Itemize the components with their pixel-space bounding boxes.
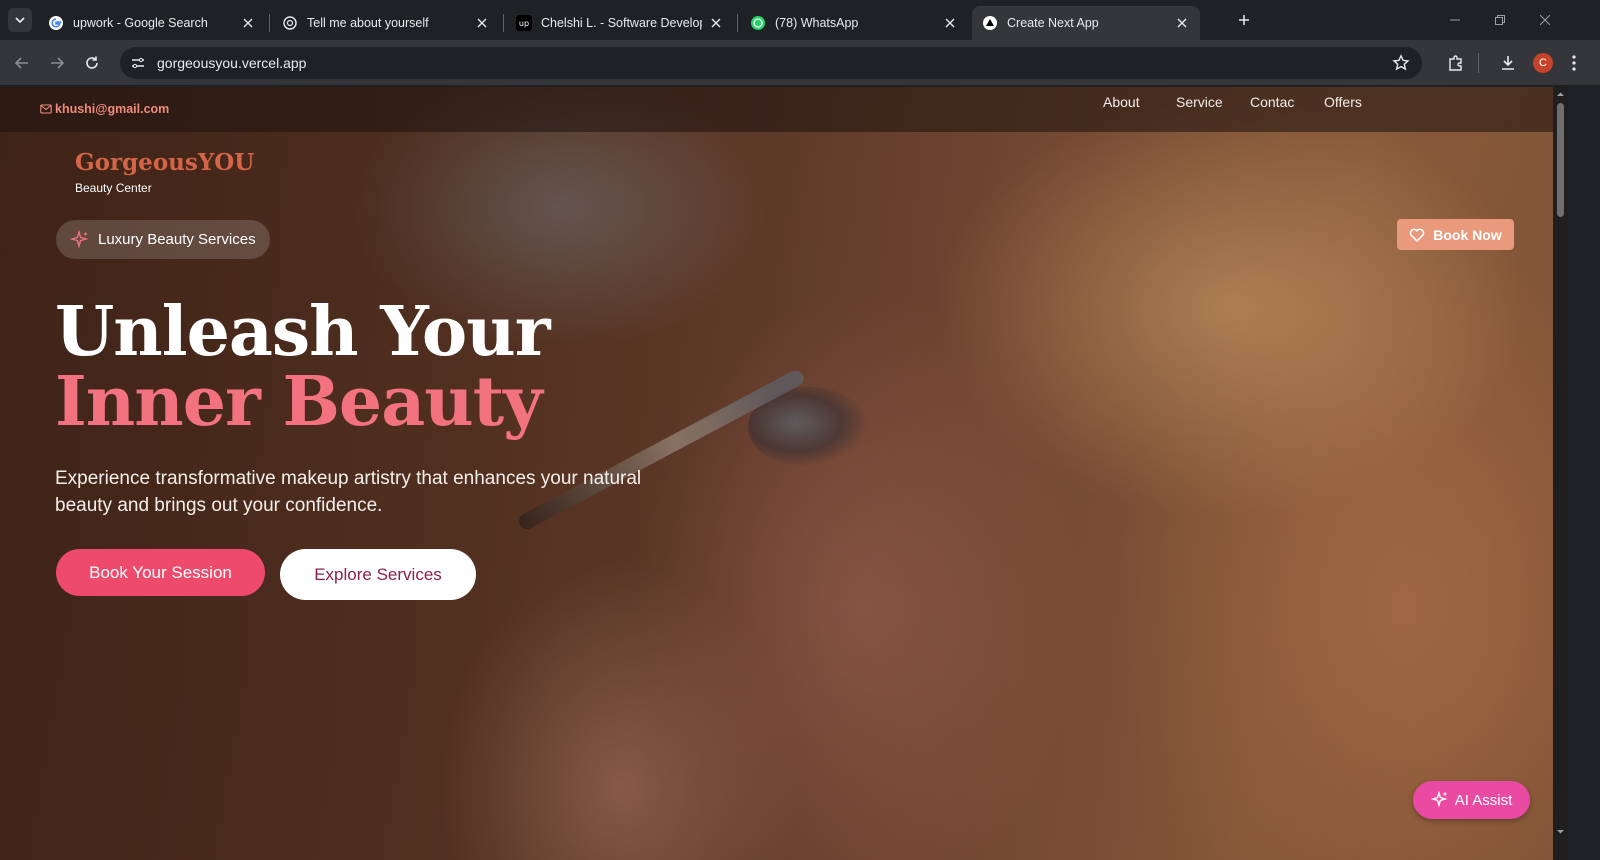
- scrollbar-thumb[interactable]: [1557, 103, 1564, 217]
- nav-about[interactable]: About: [1103, 94, 1140, 110]
- book-now-button[interactable]: Book Now: [1397, 219, 1514, 250]
- explore-services-button[interactable]: Explore Services: [280, 549, 476, 600]
- arrow-right-icon: [51, 57, 65, 69]
- ai-assist-label: AI Assist: [1454, 791, 1513, 809]
- restore-button[interactable]: [1490, 10, 1510, 30]
- minimize-icon: [1450, 19, 1460, 21]
- nav-contact[interactable]: Contac: [1250, 94, 1294, 110]
- restore-icon: [1495, 15, 1505, 25]
- site-info-button[interactable]: [126, 51, 150, 75]
- sparkles-icon: [1430, 791, 1448, 808]
- tab-create-next-app[interactable]: Create Next App: [972, 6, 1200, 40]
- tab-search-button[interactable]: [8, 8, 32, 32]
- ai-assist-button[interactable]: AI Assist: [1413, 781, 1530, 819]
- nav-service[interactable]: Service: [1176, 94, 1223, 110]
- extensions-button[interactable]: [1445, 52, 1467, 74]
- tab-label: upwork - Google Search: [73, 16, 208, 30]
- reload-button[interactable]: [80, 51, 104, 75]
- luxury-badge: Luxury Beauty Services: [56, 220, 270, 259]
- chatgpt-icon: [282, 15, 298, 31]
- tab-tell-me[interactable]: Tell me about yourself: [272, 6, 500, 40]
- download-icon: [1502, 56, 1514, 70]
- whatsapp-icon: [750, 15, 766, 31]
- tab-label: Create Next App: [1007, 16, 1099, 30]
- close-icon[interactable]: [942, 15, 958, 31]
- forward-button[interactable]: [45, 51, 69, 75]
- puzzle-icon: [1449, 55, 1462, 71]
- tab-separator: [737, 14, 738, 32]
- scroll-up-icon[interactable]: [1556, 90, 1565, 99]
- back-button[interactable]: [10, 51, 34, 75]
- tune-icon: [132, 57, 144, 69]
- profile-avatar[interactable]: C: [1533, 53, 1553, 73]
- url-text: gorgeousyou.vercel.app: [157, 55, 307, 71]
- downloads-button[interactable]: [1497, 52, 1519, 74]
- reload-icon: [86, 56, 98, 69]
- tab-upwork-profile[interactable]: up Chelshi L. - Software Developer: [506, 6, 734, 40]
- plus-icon: [1239, 15, 1249, 25]
- mail-icon: [40, 104, 52, 114]
- google-icon: [48, 15, 64, 31]
- close-icon: [1540, 15, 1550, 25]
- badge-label: Luxury Beauty Services: [98, 231, 256, 248]
- close-icon[interactable]: [240, 15, 256, 31]
- close-window-button[interactable]: [1535, 10, 1555, 30]
- nextjs-icon: [982, 15, 998, 31]
- chevron-down-icon: [15, 17, 25, 24]
- close-icon[interactable]: [1174, 15, 1190, 31]
- book-now-label: Book Now: [1433, 226, 1502, 243]
- tab-label: Chelshi L. - Software Developer: [541, 16, 702, 30]
- close-icon[interactable]: [708, 15, 724, 31]
- browser-menu-button[interactable]: [1563, 52, 1585, 74]
- hero-description: Experience transformative makeup artistr…: [55, 468, 642, 516]
- tab-whatsapp[interactable]: (78) WhatsApp: [740, 6, 968, 40]
- tab-separator: [269, 14, 270, 32]
- page-scrollbar[interactable]: [1553, 87, 1568, 860]
- hero-headline-line1: Unleash Your: [55, 292, 551, 372]
- book-session-button[interactable]: Book Your Session: [56, 549, 265, 596]
- email-link[interactable]: khushi@gmail.com: [40, 102, 169, 116]
- nav-offers[interactable]: Offers: [1324, 94, 1362, 110]
- bookmark-star-icon[interactable]: [1392, 54, 1410, 72]
- sparkles-icon: [70, 229, 89, 248]
- tab-label: Tell me about yourself: [307, 16, 429, 30]
- arrow-left-icon: [14, 57, 28, 69]
- close-icon[interactable]: [474, 15, 490, 31]
- minimize-button[interactable]: [1445, 10, 1465, 30]
- tab-separator: [503, 14, 504, 32]
- svg-text:up: up: [519, 19, 529, 28]
- site-topbar: khushi@gmail.com About Service Contac Of…: [0, 87, 1587, 132]
- browser-tabstrip: upwork - Google Search Tell me about you…: [0, 0, 1600, 40]
- tab-upwork-search[interactable]: upwork - Google Search: [38, 6, 266, 40]
- page-viewport: khushi@gmail.com About Service Contac Of…: [0, 87, 1587, 860]
- hero-headline-line2: Inner Beauty: [55, 362, 543, 442]
- more-vertical-icon: [1572, 55, 1576, 71]
- new-tab-button[interactable]: [1234, 10, 1254, 30]
- heart-icon: [1410, 228, 1425, 242]
- site-logo-subtitle: Beauty Center: [75, 181, 152, 195]
- tab-label: (78) WhatsApp: [775, 16, 859, 30]
- email-text: khushi@gmail.com: [55, 102, 170, 116]
- address-bar[interactable]: gorgeousyou.vercel.app: [120, 47, 1422, 79]
- upwork-icon: up: [516, 15, 532, 31]
- window-edge: [1568, 87, 1600, 860]
- toolbar-divider: [1478, 53, 1479, 73]
- scroll-down-icon[interactable]: [1556, 827, 1565, 836]
- browser-toolbar: gorgeousyou.vercel.app C: [0, 40, 1600, 86]
- site-logo-title[interactable]: GorgeousYOU: [75, 149, 254, 176]
